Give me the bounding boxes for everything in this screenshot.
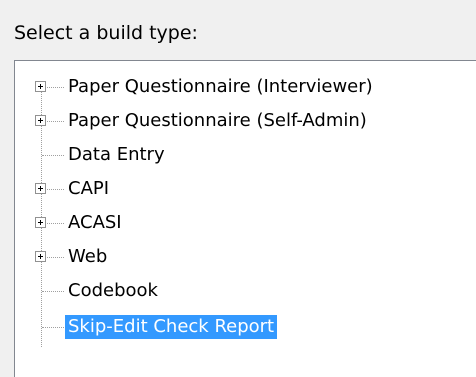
- tree-item-web[interactable]: Web: [15, 241, 475, 273]
- expand-plus-icon[interactable]: [35, 81, 46, 92]
- tree-item-label[interactable]: Data Entry: [65, 143, 168, 167]
- tree-branch-line: [42, 327, 64, 328]
- tree-item-acasi[interactable]: ACASI: [15, 207, 475, 239]
- tree-item-label[interactable]: Paper Questionnaire (Self-Admin): [65, 109, 370, 133]
- tree-branch-line: [42, 291, 64, 292]
- tree-item-paper-questionnaire-self-admin[interactable]: Paper Questionnaire (Self-Admin): [15, 105, 475, 137]
- build-type-tree[interactable]: Paper Questionnaire (Interviewer) Paper …: [14, 60, 476, 377]
- tree-item-paper-questionnaire-interviewer[interactable]: Paper Questionnaire (Interviewer): [15, 71, 475, 103]
- tree-item-label[interactable]: ACASI: [65, 211, 125, 235]
- tree-item-label[interactable]: Codebook: [65, 279, 161, 303]
- tree-item-data-entry[interactable]: Data Entry: [15, 139, 475, 171]
- tree-item-codebook[interactable]: Codebook: [15, 275, 475, 307]
- expand-plus-icon[interactable]: [35, 183, 46, 194]
- tree-item-label[interactable]: Paper Questionnaire (Interviewer): [65, 75, 376, 99]
- tree-item-capi[interactable]: CAPI: [15, 173, 475, 205]
- build-type-panel: Select a build type: Paper Questionnaire…: [0, 0, 476, 377]
- tree-branch-line: [42, 155, 64, 156]
- tree-item-label[interactable]: CAPI: [65, 177, 112, 201]
- tree-item-label-selected[interactable]: Skip-Edit Check Report: [65, 315, 278, 339]
- expand-plus-icon[interactable]: [35, 115, 46, 126]
- expand-plus-icon[interactable]: [35, 251, 46, 262]
- build-type-prompt: Select a build type:: [14, 22, 198, 44]
- tree-item-label[interactable]: Web: [65, 245, 110, 269]
- tree-item-skip-edit-check-report[interactable]: Skip-Edit Check Report: [15, 311, 475, 343]
- expand-plus-icon[interactable]: [35, 217, 46, 228]
